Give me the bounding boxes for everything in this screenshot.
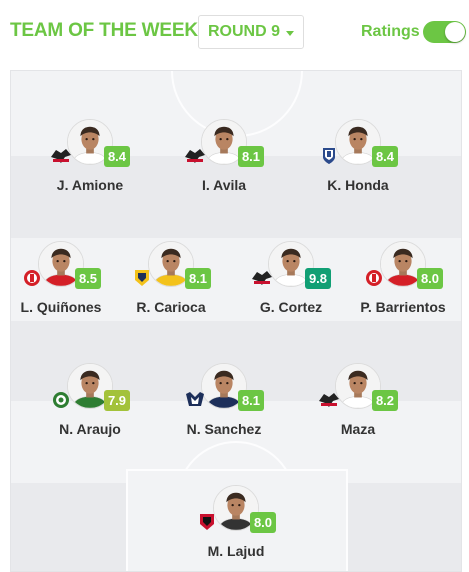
player-name[interactable]: N. Araujo: [25, 421, 155, 437]
tijuana-logo: [196, 513, 218, 531]
player-photo-group: 7.9: [40, 363, 140, 413]
player-photo-group: 8.1: [174, 119, 274, 169]
player-card[interactable]: 8.2 Maza: [293, 363, 423, 437]
player-card[interactable]: 8.0 M. Lajud: [171, 485, 301, 559]
player-name[interactable]: N. Sanchez: [159, 421, 289, 437]
player-photo-group: 8.1: [121, 241, 221, 291]
header: TEAM OF THE WEEK ROUND 9 Ratings: [0, 0, 469, 64]
player-photo-group: 8.4: [40, 119, 140, 169]
player-card[interactable]: 8.1 N. Sanchez: [159, 363, 289, 437]
toggle-knob: [445, 22, 465, 42]
player-card[interactable]: 8.0 P. Barrientos: [338, 241, 461, 315]
player-card[interactable]: 8.1 R. Carioca: [106, 241, 236, 315]
lobos-buap-logo: [251, 269, 273, 287]
player-photo-group: 8.0: [186, 485, 286, 535]
rating-badge: 8.2: [372, 390, 398, 411]
player-name[interactable]: J. Amione: [25, 177, 155, 193]
player-name[interactable]: G. Cortez: [226, 299, 356, 315]
rating-badge: 8.1: [238, 146, 264, 167]
ratings-toggle[interactable]: [423, 21, 466, 43]
player-photo-group: 8.5: [11, 241, 111, 291]
player-name[interactable]: M. Lajud: [171, 543, 301, 559]
player-photo-group: 8.1: [174, 363, 274, 413]
page-title: TEAM OF THE WEEK: [10, 20, 198, 41]
pitch: 8.4 J. Amione 8.1 I. Avila 8.4 K. Honda 8.5 L. …: [10, 70, 462, 572]
player-photo-group: 8.4: [308, 119, 408, 169]
ratings-toggle-label: Ratings: [361, 23, 420, 40]
rating-badge: 8.4: [104, 146, 130, 167]
toluca-logo: [363, 269, 385, 287]
player-photo-group: 8.2: [308, 363, 408, 413]
toluca-logo: [21, 269, 43, 287]
santos-logo: [50, 391, 72, 409]
rating-badge: 8.1: [185, 268, 211, 289]
player-name[interactable]: I. Avila: [159, 177, 289, 193]
player-card[interactable]: 9.8 G. Cortez: [226, 241, 356, 315]
rating-badge: 9.8: [305, 268, 331, 289]
rating-badge: 8.5: [75, 268, 101, 289]
pachuca-logo: [318, 147, 340, 165]
rating-badge: 8.4: [372, 146, 398, 167]
lobos-buap-logo: [50, 147, 72, 165]
player-photo-group: 9.8: [241, 241, 341, 291]
lobos-buap-logo: [318, 391, 340, 409]
chevron-down-icon: [286, 30, 294, 36]
player-name[interactable]: P. Barrientos: [338, 299, 461, 315]
rating-badge: 8.0: [417, 268, 443, 289]
round-dropdown[interactable]: ROUND 9: [198, 15, 304, 49]
rating-badge: 8.1: [238, 390, 264, 411]
player-photo-group: 8.0: [353, 241, 453, 291]
player-card[interactable]: 7.9 N. Araujo: [25, 363, 155, 437]
lobos-buap-logo: [184, 147, 206, 165]
player-card[interactable]: 8.1 I. Avila: [159, 119, 289, 193]
player-name[interactable]: Maza: [293, 421, 423, 437]
monterrey-logo: [184, 391, 206, 409]
player-card[interactable]: 8.4 K. Honda: [293, 119, 423, 193]
rating-badge: 7.9: [104, 390, 130, 411]
rating-badge: 8.0: [250, 512, 276, 533]
round-dropdown-label: ROUND 9: [207, 23, 280, 40]
player-name[interactable]: R. Carioca: [106, 299, 236, 315]
tigres-logo: [131, 269, 153, 287]
player-name[interactable]: K. Honda: [293, 177, 423, 193]
player-card[interactable]: 8.4 J. Amione: [25, 119, 155, 193]
